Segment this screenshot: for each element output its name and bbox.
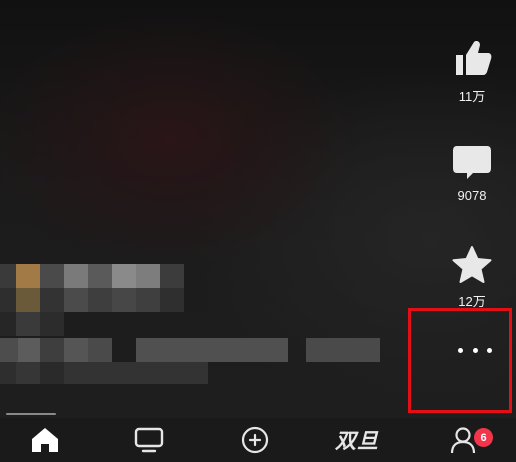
thumbs-up-icon (456, 41, 492, 75)
notification-badge: 6 (474, 428, 493, 447)
nav-add[interactable] (232, 418, 278, 462)
home-icon (32, 428, 58, 452)
progress-indicator (6, 413, 56, 415)
add-circle-icon (241, 426, 269, 454)
like-count: 11万 (458, 89, 486, 104)
highlight-annotation-box (408, 308, 512, 413)
like-button[interactable]: 11万 (428, 36, 516, 105)
comment-count: 9078 (457, 188, 487, 203)
tv-icon (134, 427, 164, 453)
user-icon (450, 427, 476, 454)
nav-double-label: 双旦 (335, 430, 379, 453)
comment-button[interactable]: 9078 (428, 142, 516, 203)
star-icon (452, 246, 492, 283)
comment-bubble-icon (453, 146, 491, 179)
bottom-navigation: 双旦 (0, 418, 516, 462)
nav-double-festival[interactable]: 双旦 (322, 418, 392, 462)
nav-home[interactable] (22, 418, 68, 462)
favorite-button[interactable]: 12万 (428, 245, 516, 310)
nav-tv[interactable] (126, 418, 172, 462)
